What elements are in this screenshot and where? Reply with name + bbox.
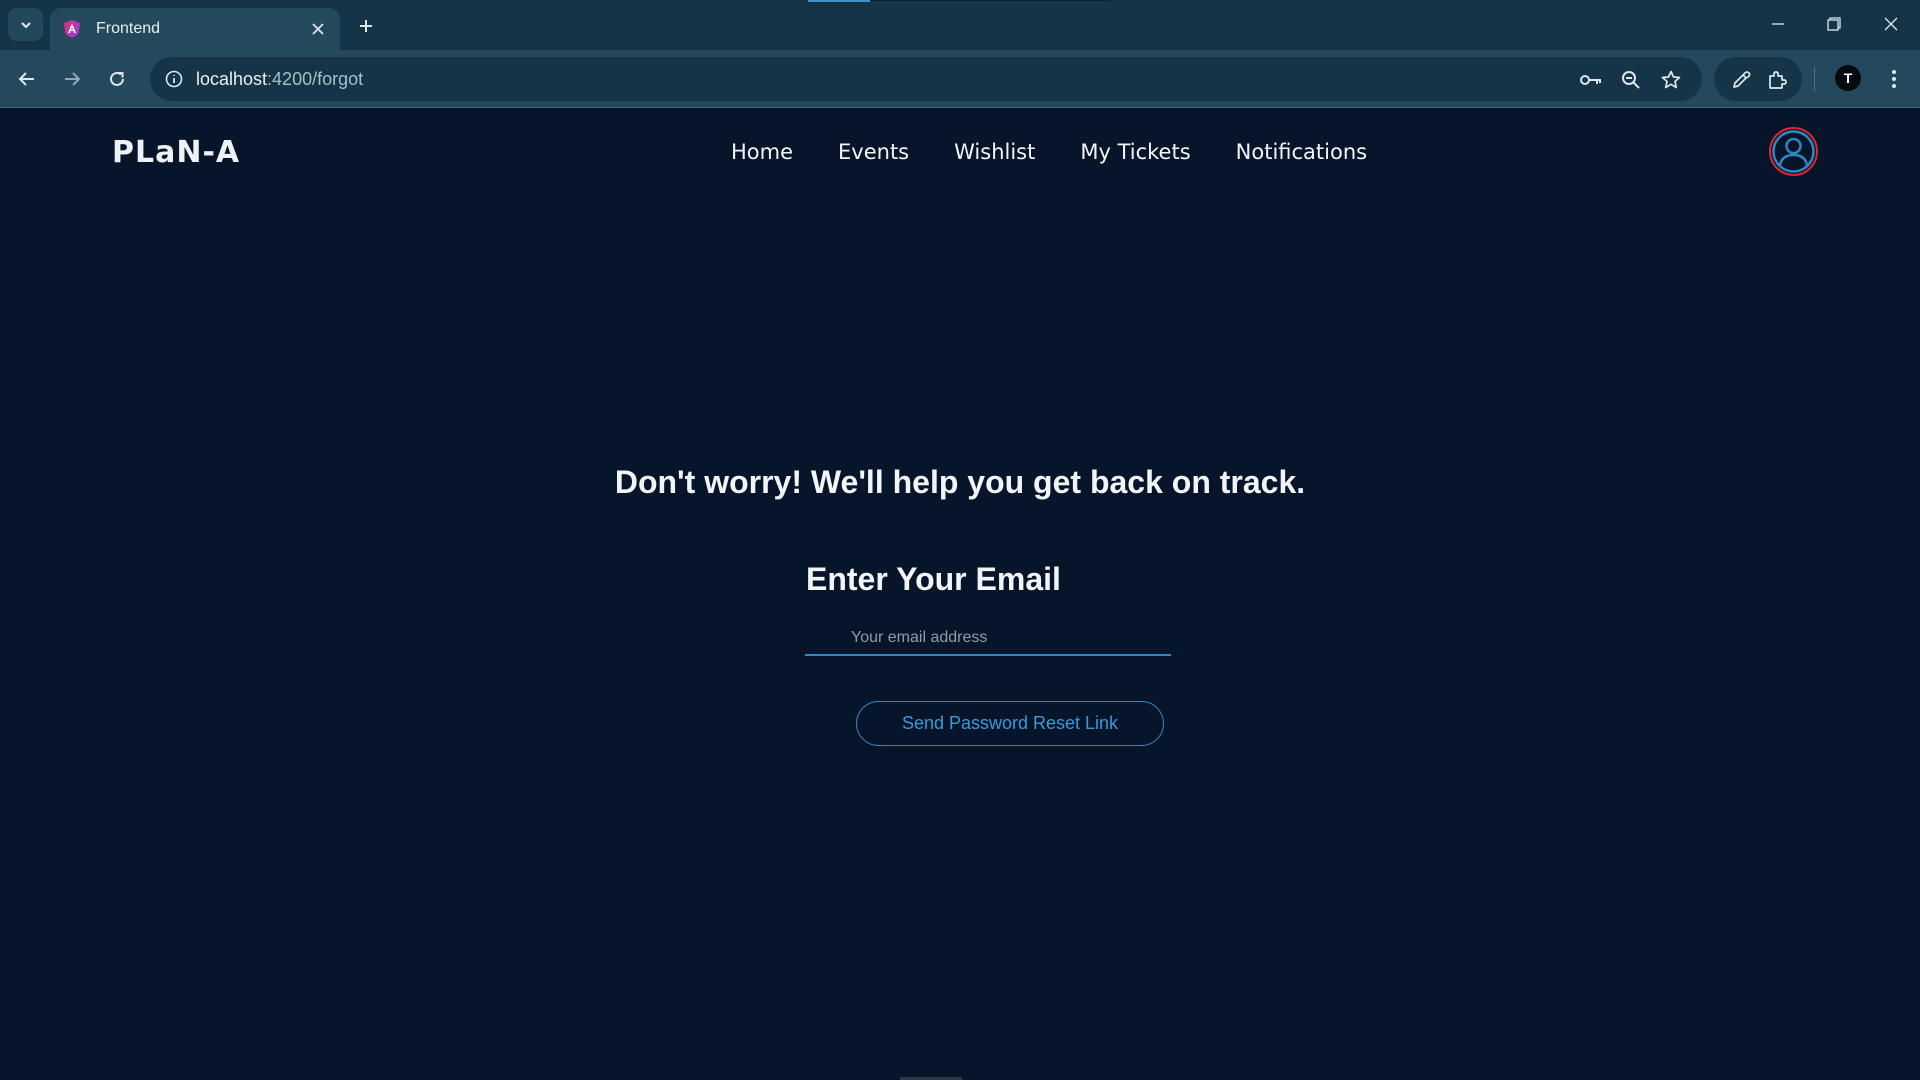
- password-button[interactable]: [1578, 67, 1604, 93]
- star-icon: [1661, 70, 1681, 89]
- eyedropper-button[interactable]: [1728, 67, 1754, 93]
- angular-icon: [64, 20, 80, 38]
- nav-home[interactable]: Home: [731, 140, 793, 164]
- main-nav: Home Events Wishlist My Tickets Notifica…: [731, 140, 1367, 164]
- profile-button[interactable]: T: [1835, 65, 1861, 91]
- browser-tab[interactable]: Frontend: [50, 8, 340, 50]
- extensions-button[interactable]: [1764, 67, 1790, 93]
- toolbar-divider: [1814, 67, 1815, 91]
- email-field[interactable]: [805, 622, 1171, 656]
- zoom-button[interactable]: [1618, 67, 1644, 93]
- reload-icon: [110, 71, 124, 86]
- chevron-down-icon: [20, 21, 31, 28]
- restore-button[interactable]: [1814, 8, 1854, 40]
- plus-icon: [360, 20, 372, 32]
- avatar[interactable]: [1769, 127, 1818, 176]
- extensions-group: [1714, 57, 1802, 101]
- tab-strip-indicator-track: [870, 0, 1110, 1]
- new-tab-button[interactable]: [352, 12, 380, 40]
- info-icon: [165, 70, 183, 88]
- close-tab-button[interactable]: [306, 17, 330, 41]
- puzzle-icon: [1769, 71, 1787, 89]
- nav-events[interactable]: Events: [838, 140, 909, 164]
- url-host: localhost: [196, 69, 268, 89]
- zoom-out-icon: [1622, 71, 1640, 89]
- browser-menu-button[interactable]: [1880, 63, 1908, 95]
- site-logo[interactable]: PLaN-A: [112, 135, 240, 170]
- eyedropper-icon: [1733, 71, 1751, 88]
- address-bar[interactable]: localhost:4200/forgot: [150, 57, 1702, 101]
- email-heading: Enter Your Email: [806, 561, 1061, 597]
- nav-my-tickets[interactable]: My Tickets: [1080, 140, 1190, 164]
- bookmark-button[interactable]: [1658, 67, 1684, 93]
- reload-button[interactable]: [101, 63, 133, 95]
- browser-toolbar: localhost:4200/forgot T: [0, 50, 1920, 108]
- page: PLaN-A Home Events Wishlist My Tickets N…: [0, 109, 1920, 1080]
- tab-strip-indicator: [808, 0, 870, 2]
- back-button[interactable]: [11, 63, 43, 95]
- close-window-button[interactable]: [1871, 8, 1911, 40]
- nav-notifications[interactable]: Notifications: [1236, 140, 1367, 164]
- browser-tabstrip: Frontend: [0, 0, 1920, 50]
- arrow-left-icon: [18, 72, 34, 86]
- minimize-button[interactable]: [1758, 8, 1798, 40]
- minimize-icon: [1772, 23, 1784, 25]
- site-info-button[interactable]: [162, 67, 186, 91]
- forward-button[interactable]: [56, 63, 88, 95]
- url-path: :4200/forgot: [267, 69, 364, 89]
- user-icon: [1772, 130, 1815, 173]
- send-reset-link-button[interactable]: Send Password Reset Link: [856, 701, 1164, 746]
- restore-icon: [1827, 17, 1841, 31]
- tab-title: Frontend: [96, 20, 161, 37]
- close-icon: [1884, 17, 1898, 31]
- tab-search-button[interactable]: [8, 8, 43, 41]
- key-icon: [1580, 75, 1601, 85]
- arrow-right-icon: [65, 72, 81, 86]
- nav-wishlist[interactable]: Wishlist: [954, 140, 1035, 164]
- close-icon: [312, 23, 324, 35]
- more-vertical-icon: [1892, 70, 1896, 88]
- url-text: localhost:4200/forgot: [196, 69, 363, 90]
- page-headline: Don't worry! We'll help you get back on …: [614, 464, 1306, 500]
